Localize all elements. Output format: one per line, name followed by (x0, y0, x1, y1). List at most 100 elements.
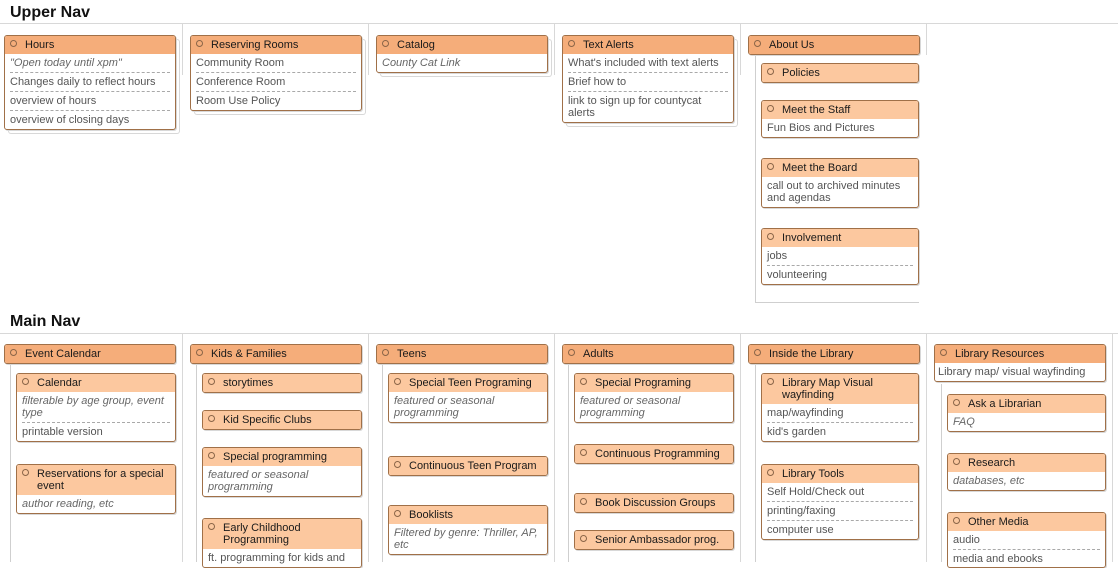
storytimes-header[interactable]: storytimes (203, 374, 361, 392)
list-item: Fun Bios and Pictures (767, 122, 875, 134)
other-media-card[interactable]: Other Media audio media and ebooks (947, 512, 1106, 568)
map-visual-card[interactable]: Library Map Visual wayfinding map/wayfin… (761, 373, 919, 442)
special-programing-card[interactable]: Special Programing featured or seasonal … (574, 373, 734, 423)
storytimes-card[interactable]: storytimes (202, 373, 362, 393)
text-alerts-title: Text Alerts (583, 39, 634, 51)
reservations-card[interactable]: Reservations for a special event author … (16, 464, 176, 514)
teens-card[interactable]: Teens (376, 344, 548, 364)
reserving-rooms-card[interactable]: Reserving Rooms Community Room Conferenc… (190, 35, 362, 111)
calendar-card[interactable]: Calendar filterable by age group, event … (16, 373, 176, 442)
reservations-header[interactable]: Reservations for a special event (17, 465, 175, 495)
list-item: author reading, etc (22, 498, 114, 510)
meet-board-header[interactable]: Meet the Board (762, 159, 918, 177)
library-resources-header[interactable]: Library Resources (935, 345, 1105, 363)
list-item: County Cat Link (382, 57, 461, 69)
continuous-teen-card[interactable]: Continuous Teen Program (388, 456, 548, 476)
teens-header[interactable]: Teens (377, 345, 547, 363)
circle-icon (208, 523, 215, 530)
inside-library-card[interactable]: Inside the Library (748, 344, 920, 364)
involvement-card[interactable]: Involvement jobs volunteering (761, 228, 919, 285)
circle-icon (953, 517, 960, 524)
ask-librarian-header[interactable]: Ask a Librarian (948, 395, 1105, 413)
special-programming-header[interactable]: Special programming (203, 448, 361, 466)
senior-ambassador-header[interactable]: Senior Ambassador prog. (575, 531, 733, 549)
research-card[interactable]: Research databases, etc (947, 453, 1106, 491)
hours-title: Hours (25, 39, 55, 51)
policies-card[interactable]: Policies (761, 63, 919, 83)
circle-icon (940, 349, 947, 356)
kids-families-header[interactable]: Kids & Families (191, 345, 361, 363)
adults-card[interactable]: Adults (562, 344, 734, 364)
column-separator (740, 333, 741, 562)
event-calendar-header[interactable]: Event Calendar (5, 345, 175, 363)
reserving-rooms-header[interactable]: Reserving Rooms (191, 36, 361, 54)
column-separator (926, 333, 927, 562)
circle-icon (754, 40, 761, 47)
early-childhood-card[interactable]: Early Childhood Programming ft. programm… (202, 518, 362, 568)
column-separator (182, 23, 183, 75)
list-item: overview of closing days (10, 114, 130, 126)
library-resources-card[interactable]: Library Resources Library map/ visual wa… (934, 344, 1106, 382)
special-programing-header[interactable]: Special Programing (575, 374, 733, 392)
circle-icon (580, 535, 587, 542)
circle-icon (767, 163, 774, 170)
book-discussion-card[interactable]: Book Discussion Groups (574, 493, 734, 513)
meet-staff-header[interactable]: Meet the Staff (762, 101, 918, 119)
library-tools-header[interactable]: Library Tools (762, 465, 918, 483)
early-childhood-header[interactable]: Early Childhood Programming (203, 519, 361, 549)
list-item: printing/faxing (767, 502, 913, 521)
text-alerts-header[interactable]: Text Alerts (563, 36, 733, 54)
kid-clubs-header[interactable]: Kid Specific Clubs (203, 411, 361, 429)
hours-header[interactable]: Hours (5, 36, 175, 54)
kid-clubs-card[interactable]: Kid Specific Clubs (202, 410, 362, 430)
continuous-programming-card[interactable]: Continuous Programming (574, 444, 734, 464)
list-item: Community Room (196, 54, 356, 73)
list-item: filterable by age group, event type (22, 392, 170, 423)
column-separator (368, 333, 369, 562)
inside-library-header[interactable]: Inside the Library (749, 345, 919, 363)
about-us-header[interactable]: About Us (749, 36, 919, 54)
library-tools-card[interactable]: Library Tools Self Hold/Check out printi… (761, 464, 919, 540)
list-item: ft. programming for kids and (208, 552, 345, 564)
about-us-card[interactable]: About Us (748, 35, 920, 55)
booklists-header[interactable]: Booklists (389, 506, 547, 524)
column-separator (1112, 333, 1113, 562)
senior-ambassador-card[interactable]: Senior Ambassador prog. (574, 530, 734, 550)
calendar-header[interactable]: Calendar (17, 374, 175, 392)
map-visual-header[interactable]: Library Map Visual wayfinding (762, 374, 918, 404)
policies-header[interactable]: Policies (762, 64, 918, 82)
main-nav-rule (0, 333, 1118, 334)
meet-staff-card[interactable]: Meet the Staff Fun Bios and Pictures (761, 100, 919, 138)
column-separator (554, 23, 555, 75)
involvement-header[interactable]: Involvement (762, 229, 918, 247)
continuous-programming-header[interactable]: Continuous Programming (575, 445, 733, 463)
book-discussion-header[interactable]: Book Discussion Groups (575, 494, 733, 512)
subtree-connector (755, 302, 919, 303)
circle-icon (767, 469, 774, 476)
circle-icon (394, 378, 401, 385)
continuous-teen-header[interactable]: Continuous Teen Program (389, 457, 547, 475)
involvement-title: Involvement (782, 232, 842, 244)
event-calendar-card[interactable]: Event Calendar (4, 344, 176, 364)
ask-librarian-card[interactable]: Ask a Librarian FAQ (947, 394, 1106, 432)
adults-header[interactable]: Adults (563, 345, 733, 363)
list-item: FAQ (953, 416, 975, 428)
research-header[interactable]: Research (948, 454, 1105, 472)
kids-families-card[interactable]: Kids & Families (190, 344, 362, 364)
catalog-card[interactable]: Catalog County Cat Link (376, 35, 548, 73)
subtree-connector (941, 384, 942, 562)
circle-icon (394, 461, 401, 468)
meet-board-card[interactable]: Meet the Board call out to archived minu… (761, 158, 919, 208)
booklists-card[interactable]: Booklists Filtered by genre: Thriller, A… (388, 505, 548, 555)
catalog-header[interactable]: Catalog (377, 36, 547, 54)
other-media-header[interactable]: Other Media (948, 513, 1105, 531)
text-alerts-card[interactable]: Text Alerts What's included with text al… (562, 35, 734, 123)
special-teen-header[interactable]: Special Teen Programing (389, 374, 547, 392)
subtree-connector (755, 365, 756, 562)
hours-card[interactable]: Hours "Open today until xpm" Changes dai… (4, 35, 176, 130)
special-programming-card[interactable]: Special programming featured or seasonal… (202, 447, 362, 497)
column-separator (554, 333, 555, 562)
special-teen-card[interactable]: Special Teen Programing featured or seas… (388, 373, 548, 423)
library-resources-title: Library Resources (955, 348, 1045, 360)
meet-board-title: Meet the Board (782, 162, 858, 174)
